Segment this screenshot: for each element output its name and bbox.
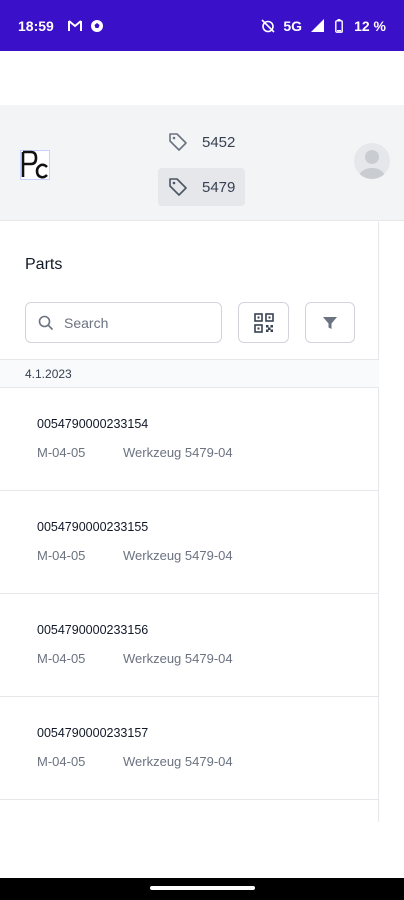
- part-tool: Werkzeug 5479-04: [123, 445, 233, 460]
- part-location: M-04-05: [37, 445, 86, 460]
- search-input[interactable]: Search: [25, 302, 222, 343]
- gmail-icon: [67, 19, 82, 33]
- app-header: 5452 5479: [0, 105, 404, 221]
- part-location: M-04-05: [37, 754, 86, 769]
- home-gesture-handle[interactable]: [150, 886, 255, 890]
- tag-item-5479[interactable]: 5479: [158, 168, 246, 206]
- battery-icon: [332, 18, 346, 33]
- filter-button[interactable]: [305, 302, 355, 343]
- status-right: 5G 12 %: [261, 18, 386, 34]
- parts-list: 0054790000233154 M-04-05 Werkzeug 5479-0…: [0, 388, 379, 800]
- part-tool: Werkzeug 5479-04: [123, 548, 233, 563]
- list-item[interactable]: 0054790000233156 M-04-05 Werkzeug 5479-0…: [0, 594, 379, 697]
- status-time: 18:59: [18, 17, 54, 34]
- search-icon: [38, 315, 54, 330]
- notification-icons: [67, 19, 104, 33]
- network-label: 5G: [283, 17, 303, 34]
- tag-icon: [169, 178, 187, 196]
- football-icon: [90, 19, 104, 33]
- part-code: 0054790000233157: [37, 726, 149, 740]
- battery-percent: 12 %: [354, 17, 386, 34]
- date-group-header: 4.1.2023: [0, 359, 379, 388]
- list-item[interactable]: 0054790000233155 M-04-05 Werkzeug 5479-0…: [0, 491, 379, 594]
- tag-item-5452[interactable]: 5452: [158, 123, 245, 161]
- user-avatar-icon[interactable]: [354, 143, 390, 179]
- part-location: M-04-05: [37, 548, 86, 563]
- parts-panel: Parts Search 4.1.2023 0054790000233154 M…: [0, 222, 379, 822]
- part-tool: Werkzeug 5479-04: [123, 754, 233, 769]
- part-location: M-04-05: [37, 651, 86, 666]
- part-code: 0054790000233155: [37, 520, 149, 534]
- page-title: Parts: [25, 256, 63, 273]
- list-item[interactable]: 0054790000233157 M-04-05 Werkzeug 5479-0…: [0, 697, 379, 800]
- tag-icon: [169, 133, 187, 151]
- part-code: 0054790000233156: [37, 623, 149, 637]
- app-logo: [20, 150, 50, 180]
- status-bar: 18:59 5G 12 %: [0, 0, 404, 51]
- list-item[interactable]: 0054790000233154 M-04-05 Werkzeug 5479-0…: [0, 388, 379, 491]
- filter-icon: [323, 316, 337, 329]
- part-code: 0054790000233154: [37, 417, 149, 431]
- tag-label: 5452: [202, 133, 236, 151]
- qr-scan-button[interactable]: [238, 302, 289, 343]
- tag-label: 5479: [202, 178, 236, 196]
- search-placeholder: Search: [64, 314, 109, 331]
- part-tool: Werkzeug 5479-04: [123, 651, 233, 666]
- alarm-off-icon: [261, 18, 275, 33]
- qr-code-icon: [253, 312, 274, 333]
- signal-icon: [310, 19, 324, 33]
- system-nav-bar: [0, 878, 404, 900]
